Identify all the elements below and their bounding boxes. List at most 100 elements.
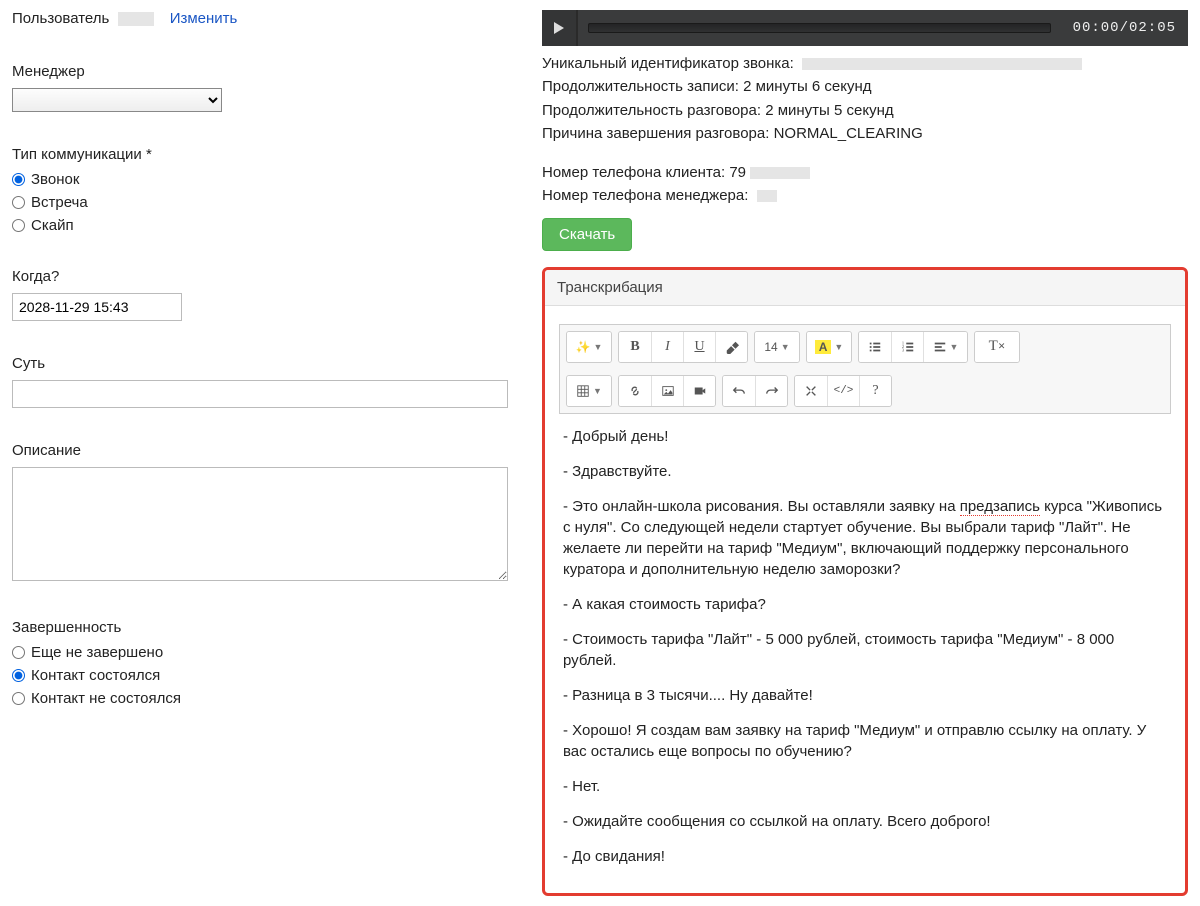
ul-icon (868, 340, 882, 354)
call-meta: Уникальный идентификатор звонка: Продолж… (542, 52, 1188, 145)
rec-duration: Продолжительность записи: 2 минуты 6 сек… (542, 75, 1188, 98)
transcript-line: - Разница в 3 тысячи.... Ну давайте! (563, 685, 1167, 706)
user-label: Пользователь (12, 10, 109, 27)
when-input[interactable] (12, 293, 182, 321)
transcription-panel: Транскрибация ✨▼ B I U 14▼ (542, 267, 1188, 896)
manager-label: Менеджер (12, 63, 512, 80)
comm-type-radios: Звонок Встреча Скайп (12, 171, 512, 234)
transcript-line: - Добрый день! (563, 426, 1167, 447)
manager-phone-redacted (757, 190, 777, 202)
completion-option-nocontact[interactable]: Контакт не состоялся (12, 690, 512, 707)
transcript-line: - Ожидайте сообщения со ссылкой на оплат… (563, 811, 1167, 832)
comm-radio-label: Скайп (31, 217, 74, 234)
time-current: 00:00 (1073, 20, 1120, 36)
phone-meta: Номер телефона клиента: 79 Номер телефон… (542, 161, 1188, 208)
fullscreen-button[interactable] (795, 376, 827, 406)
transcript-line: - Это онлайн-школа рисования. Вы оставля… (563, 496, 1167, 580)
download-button[interactable]: Скачать (542, 218, 632, 251)
talk-duration: Продолжительность разговора: 2 минуты 5 … (542, 99, 1188, 122)
comm-radio-label: Звонок (31, 171, 79, 188)
video-button[interactable] (683, 376, 715, 406)
completion-radio-contacted[interactable] (12, 669, 25, 682)
help-button[interactable]: ? (859, 376, 891, 406)
textcolor-button[interactable]: A▼ (807, 332, 851, 362)
completion-label: Завершенность (12, 619, 512, 636)
table-button[interactable]: ▼ (567, 376, 611, 406)
italic-button[interactable]: I (651, 332, 683, 362)
undo-icon (732, 384, 746, 398)
ul-button[interactable] (859, 332, 891, 362)
link-icon (628, 384, 642, 398)
time-sep: / (1120, 20, 1129, 36)
subject-label: Суть (12, 355, 512, 372)
comm-option-meeting[interactable]: Встреча (12, 194, 512, 211)
completion-radio-notdone[interactable] (12, 646, 25, 659)
desc-textarea[interactable] (12, 467, 508, 581)
client-phone: Номер телефона клиента: 79 (542, 161, 1188, 184)
transcript-line: - А какая стоимость тарифа? (563, 594, 1167, 615)
comm-radio-call[interactable] (12, 173, 25, 186)
call-id-label: Уникальный идентификатор звонка: (542, 55, 794, 72)
bold-button[interactable]: B (619, 332, 651, 362)
audio-player: 00:00/02:05 (542, 10, 1188, 46)
time-total: 02:05 (1129, 20, 1176, 36)
completion-radio-nocontact[interactable] (12, 692, 25, 705)
manager-phone-label: Номер телефона менеджера: (542, 187, 748, 204)
comm-option-call[interactable]: Звонок (12, 171, 512, 188)
comm-type-label: Тип коммуникации * (12, 146, 512, 163)
transcription-title: Транскрибация (545, 270, 1185, 306)
magic-button[interactable]: ✨▼ (567, 332, 611, 362)
client-phone-redacted (750, 167, 810, 179)
underline-button[interactable]: U (683, 332, 715, 362)
clearformat-button[interactable]: T✕ (975, 332, 1019, 362)
completion-option-notdone[interactable]: Еще не завершено (12, 644, 512, 661)
comm-option-skype[interactable]: Скайп (12, 217, 512, 234)
fontsize-value: 14 (764, 340, 777, 354)
manager-select[interactable] (12, 88, 222, 112)
play-icon (553, 22, 565, 34)
change-link[interactable]: Изменить (170, 10, 238, 27)
completion-radio-label: Еще не завершено (31, 644, 163, 661)
comm-radio-skype[interactable] (12, 219, 25, 232)
transcript-body[interactable]: - Добрый день!- Здравствуйте.- Это онлай… (559, 414, 1171, 883)
align-button[interactable]: ▼ (923, 332, 967, 362)
eraser-icon (725, 340, 739, 354)
code-button[interactable]: </> (827, 376, 859, 406)
eraser-button[interactable] (715, 332, 747, 362)
svg-text:3: 3 (901, 347, 904, 352)
align-icon (933, 340, 947, 354)
user-value-redacted (118, 12, 154, 26)
play-button[interactable] (542, 10, 578, 46)
ol-button[interactable]: 123 (891, 332, 923, 362)
completion-radio-label: Контакт состоялся (31, 667, 160, 684)
transcript-line: - Нет. (563, 776, 1167, 797)
transcript-line: - Хорошо! Я создам вам заявку на тариф "… (563, 720, 1167, 762)
color-letter: A (815, 340, 832, 354)
call-id-line: Уникальный идентификатор звонка: (542, 52, 1188, 75)
redo-icon (765, 384, 779, 398)
editor-toolbar: ✨▼ B I U 14▼ A▼ (559, 324, 1171, 414)
manager-phone: Номер телефона менеджера: (542, 184, 1188, 207)
redo-button[interactable] (755, 376, 787, 406)
image-icon (661, 384, 675, 398)
completion-option-contacted[interactable]: Контакт состоялся (12, 667, 512, 684)
link-button[interactable] (619, 376, 651, 406)
seek-track[interactable] (588, 23, 1051, 33)
completion-radio-label: Контакт не состоялся (31, 690, 181, 707)
call-id-redacted (802, 58, 1082, 70)
subject-input[interactable] (12, 380, 508, 408)
comm-radio-label: Встреча (31, 194, 88, 211)
time-display: 00:00/02:05 (1061, 20, 1188, 36)
undo-button[interactable] (723, 376, 755, 406)
user-line: Пользователь Изменить (12, 10, 512, 27)
fullscreen-icon (804, 384, 818, 398)
when-label: Когда? (12, 268, 512, 285)
video-icon (693, 384, 707, 398)
image-button[interactable] (651, 376, 683, 406)
comm-radio-meeting[interactable] (12, 196, 25, 209)
fontsize-button[interactable]: 14▼ (755, 332, 799, 362)
desc-label: Описание (12, 442, 512, 459)
transcript-line: - До свидания! (563, 846, 1167, 867)
completion-radios: Еще не завершено Контакт состоялся Конта… (12, 644, 512, 707)
ol-icon: 123 (901, 340, 915, 354)
